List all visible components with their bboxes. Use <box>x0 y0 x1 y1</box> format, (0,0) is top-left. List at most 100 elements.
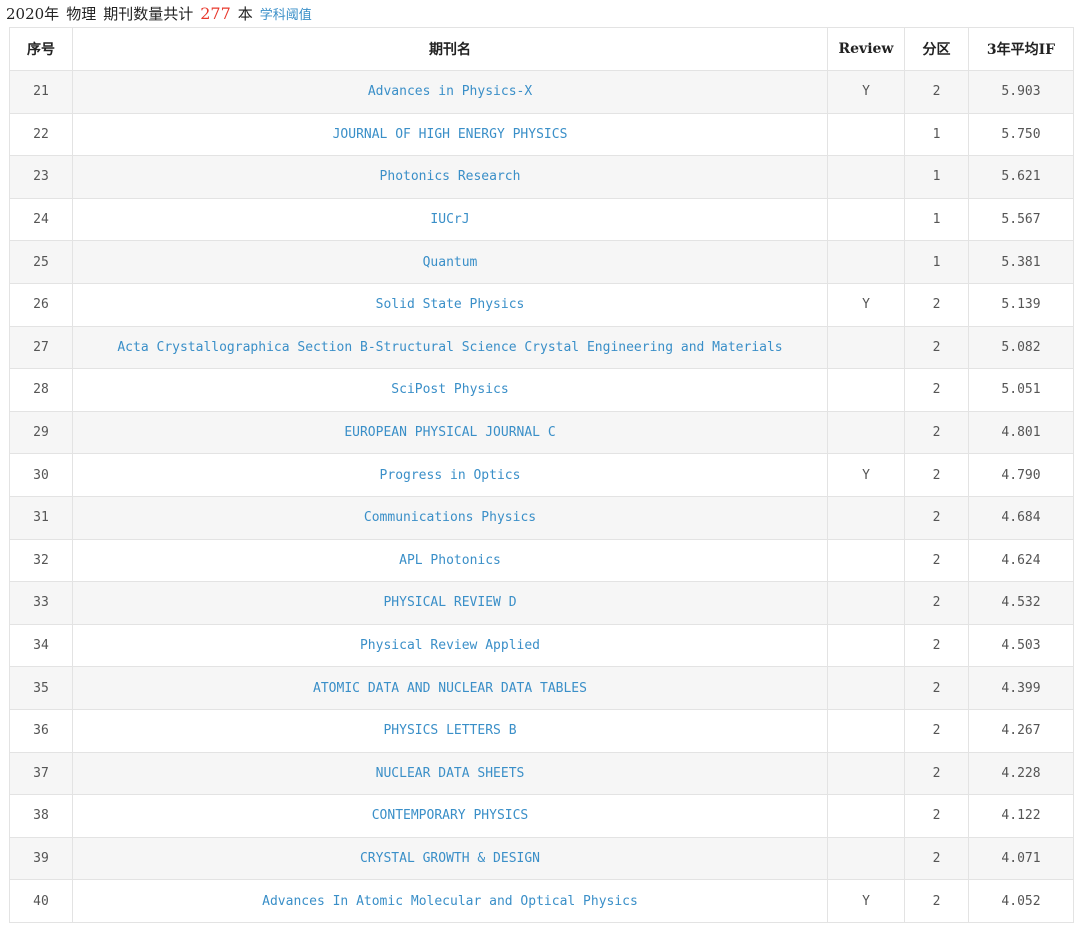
review-cell <box>827 836 905 881</box>
count-prefix: 期刊数量共计 <box>103 5 194 23</box>
impact-factor-cell: 4.228 <box>968 751 1074 796</box>
row-number-cell: 39 <box>9 836 73 881</box>
zone-cell: 2 <box>904 623 969 668</box>
journal-name-link[interactable]: Photonics Research <box>72 155 828 199</box>
row-number-cell: 23 <box>9 155 73 199</box>
row-number-cell: 29 <box>9 410 73 455</box>
impact-factor-cell: 4.399 <box>968 666 1074 710</box>
impact-factor-cell: 4.801 <box>968 410 1074 455</box>
journal-name-link[interactable]: JOURNAL OF HIGH ENERGY PHYSICS <box>72 112 828 157</box>
review-cell: Y <box>827 453 905 497</box>
row-number-cell: 28 <box>9 368 73 412</box>
impact-factor-cell: 5.621 <box>968 155 1074 199</box>
zone-cell: 1 <box>904 112 969 157</box>
journal-name-link[interactable]: Solid State Physics <box>72 282 828 327</box>
table-row: 35 ATOMIC DATA AND NUCLEAR DATA TABLES 2 4.… <box>9 666 1074 710</box>
impact-factor-cell: 5.082 <box>968 325 1074 370</box>
table-row: 36 PHYSICS LETTERS B 2 4.267 <box>9 708 1074 753</box>
impact-factor-cell: 4.503 <box>968 623 1074 668</box>
table-row: 28 SciPost Physics 2 5.051 <box>9 368 1074 412</box>
review-cell <box>827 155 905 199</box>
column-header-impact-factor: 3年平均IF <box>968 27 1074 71</box>
review-cell <box>827 751 905 796</box>
review-cell <box>827 410 905 455</box>
row-number-cell: 26 <box>9 282 73 327</box>
zone-cell: 2 <box>904 538 969 583</box>
zone-cell: 1 <box>904 197 969 242</box>
row-number-cell: 30 <box>9 453 73 497</box>
zone-cell: 2 <box>904 70 969 114</box>
review-cell <box>827 112 905 157</box>
table-row: 37 NUCLEAR DATA SHEETS 2 4.228 <box>9 751 1074 796</box>
journal-name-link[interactable]: PHYSICS LETTERS B <box>72 708 828 753</box>
year-label: 2020年 <box>6 5 60 23</box>
review-cell: Y <box>827 879 905 923</box>
zone-cell: 2 <box>904 666 969 710</box>
impact-factor-cell: 4.052 <box>968 879 1074 923</box>
journal-name-link[interactable]: Quantum <box>72 240 828 284</box>
row-number-cell: 35 <box>9 666 73 710</box>
row-number-cell: 40 <box>9 879 73 923</box>
review-cell: Y <box>827 70 905 114</box>
row-number-cell: 25 <box>9 240 73 284</box>
impact-factor-cell: 5.750 <box>968 112 1074 157</box>
table-row: 39 CRYSTAL GROWTH & DESIGN 2 4.071 <box>9 836 1074 881</box>
zone-cell: 2 <box>904 495 969 540</box>
journal-name-link[interactable]: ATOMIC DATA AND NUCLEAR DATA TABLES <box>72 666 828 710</box>
zone-cell: 2 <box>904 879 969 923</box>
journal-name-link[interactable]: APL Photonics <box>72 538 828 583</box>
review-cell <box>827 325 905 370</box>
table-row: 24 IUCrJ 1 5.567 <box>9 197 1074 242</box>
row-number-cell: 31 <box>9 495 73 540</box>
review-cell <box>827 538 905 583</box>
impact-factor-cell: 5.051 <box>968 368 1074 412</box>
journal-name-link[interactable]: Progress in Optics <box>72 453 828 497</box>
zone-cell: 2 <box>904 836 969 881</box>
table-row: 40 Advances In Atomic Molecular and Optic… <box>9 879 1074 923</box>
row-number-cell: 32 <box>9 538 73 583</box>
zone-cell: 2 <box>904 410 969 455</box>
subject-threshold-link[interactable]: 学科阈值 <box>260 8 312 23</box>
impact-factor-cell: 4.790 <box>968 453 1074 497</box>
review-cell <box>827 666 905 710</box>
table-row: 29 EUROPEAN PHYSICAL JOURNAL C 2 4.801 <box>9 410 1074 455</box>
zone-cell: 2 <box>904 325 969 370</box>
journal-name-link[interactable]: Advances In Atomic Molecular and Optical… <box>72 879 828 923</box>
column-header-review: Review <box>827 27 905 71</box>
zone-cell: 2 <box>904 282 969 327</box>
row-number-cell: 36 <box>9 708 73 753</box>
row-number-cell: 21 <box>9 70 73 114</box>
zone-cell: 1 <box>904 155 969 199</box>
zone-cell: 2 <box>904 708 969 753</box>
zone-cell: 2 <box>904 751 969 796</box>
review-cell <box>827 708 905 753</box>
row-number-cell: 24 <box>9 197 73 242</box>
row-number-cell: 38 <box>9 794 73 838</box>
review-cell <box>827 581 905 625</box>
journal-name-link[interactable]: Advances in Physics-X <box>72 70 828 114</box>
journal-name-link[interactable]: EUROPEAN PHYSICAL JOURNAL C <box>72 410 828 455</box>
journal-name-link[interactable]: Physical Review Applied <box>72 623 828 668</box>
journal-name-link[interactable]: CRYSTAL GROWTH & DESIGN <box>72 836 828 881</box>
review-cell <box>827 495 905 540</box>
zone-cell: 2 <box>904 794 969 838</box>
journal-name-link[interactable]: Communications Physics <box>72 495 828 540</box>
journal-name-link[interactable]: PHYSICAL REVIEW D <box>72 581 828 625</box>
review-cell <box>827 368 905 412</box>
journal-name-link[interactable]: NUCLEAR DATA SHEETS <box>72 751 828 796</box>
count-unit: 本 <box>237 5 253 23</box>
table-row: 27 Acta Crystallographica Section B-Struc… <box>9 325 1074 370</box>
table-header-row: 序号 期刊名 Review 分区 3年平均IF <box>9 27 1074 71</box>
subject-label: 物理 <box>66 5 97 23</box>
journal-name-link[interactable]: CONTEMPORARY PHYSICS <box>72 794 828 838</box>
table-row: 26 Solid State Physics Y 2 5.139 <box>9 282 1074 327</box>
review-cell <box>827 794 905 838</box>
journal-name-link[interactable]: SciPost Physics <box>72 368 828 412</box>
table-row: 32 APL Photonics 2 4.624 <box>9 538 1074 583</box>
table-row: 31 Communications Physics 2 4.684 <box>9 495 1074 540</box>
table-row: 34 Physical Review Applied 2 4.503 <box>9 623 1074 668</box>
journal-name-link[interactable]: IUCrJ <box>72 197 828 242</box>
zone-cell: 2 <box>904 368 969 412</box>
journal-count: 277 <box>200 4 231 23</box>
journal-name-link[interactable]: Acta Crystallographica Section B-Structu… <box>72 325 828 370</box>
